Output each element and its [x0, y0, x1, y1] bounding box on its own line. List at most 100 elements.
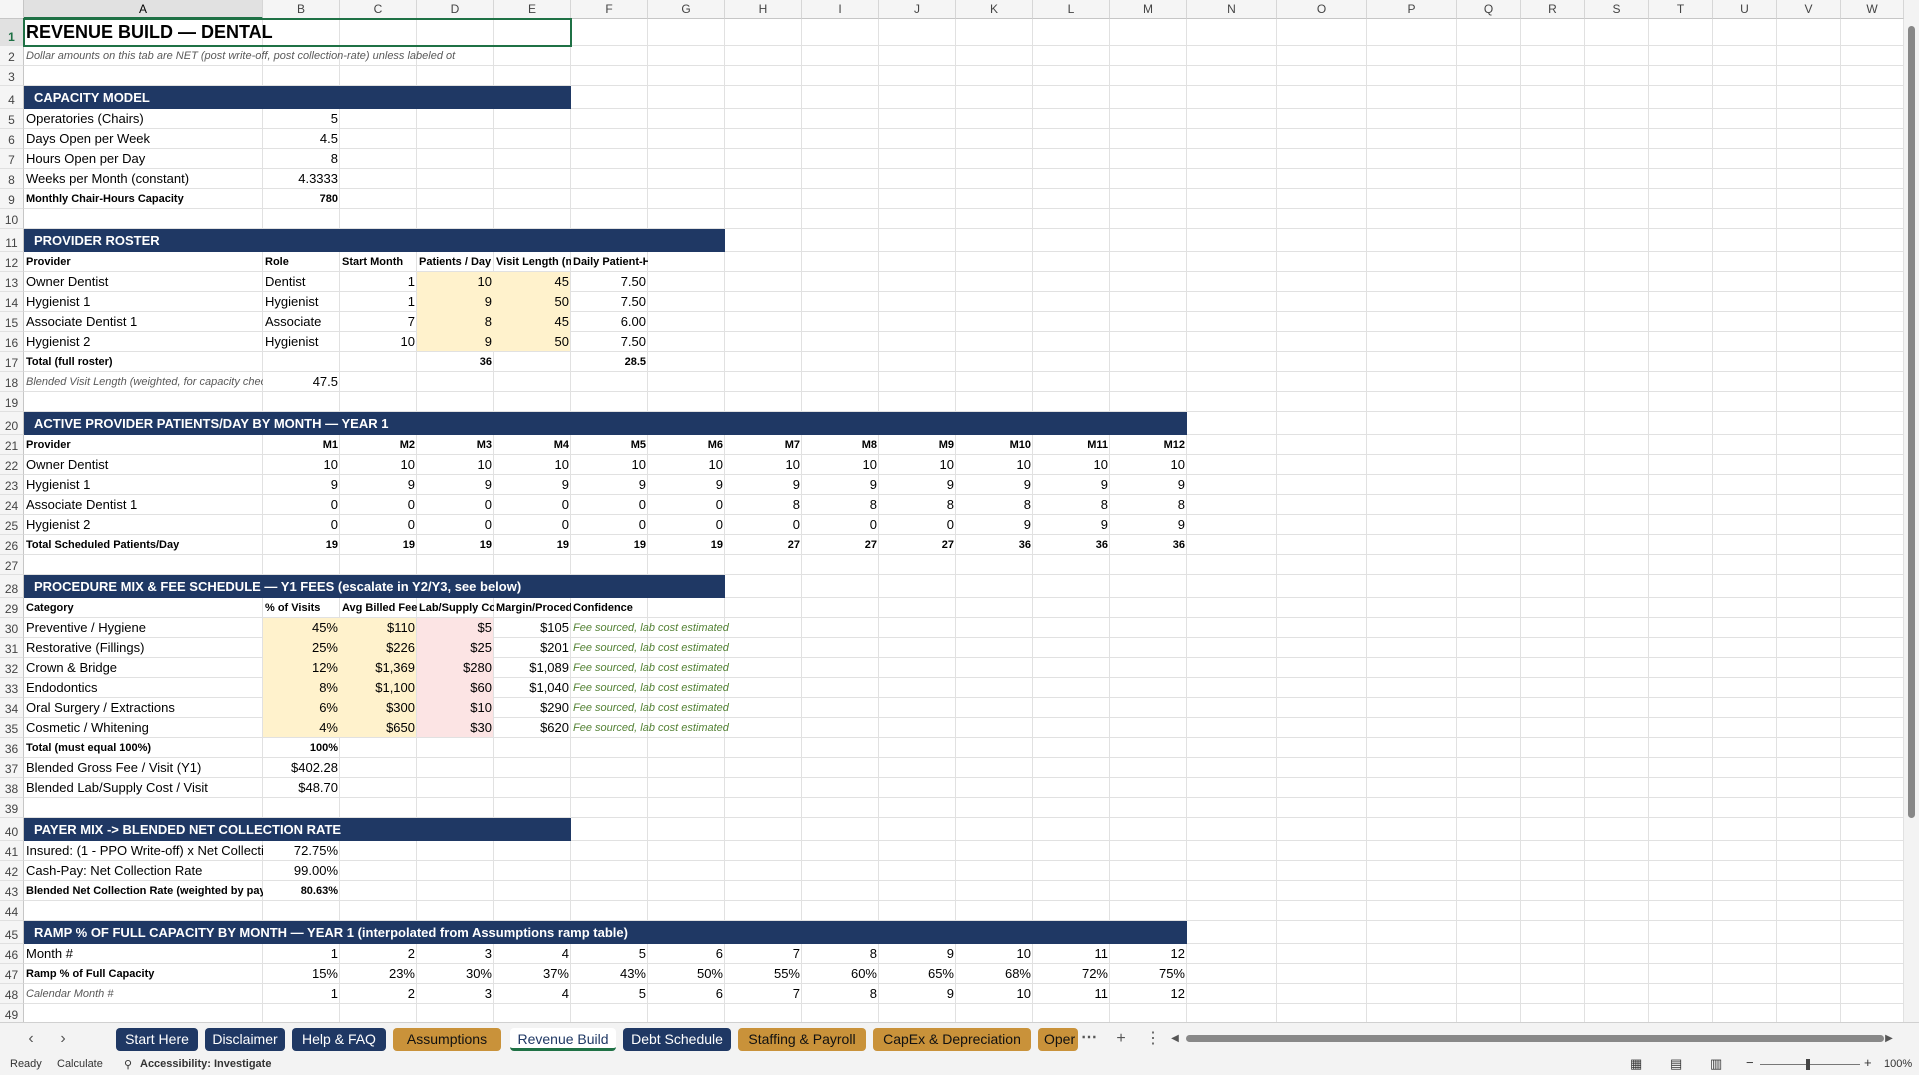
tab-note[interactable]: Dollar amounts on this tab are NET (post… [24, 46, 571, 66]
accessibility-status[interactable]: Accessibility: Investigate [140, 1058, 271, 1070]
procedure-cell[interactable]: $201 [494, 638, 571, 658]
blended-gross-value[interactable]: $402.28 [263, 758, 340, 778]
procedure-cell[interactable]: 6% [263, 698, 340, 718]
roster-cell[interactable]: 50 [494, 292, 571, 312]
row-header[interactable]: 6 [0, 129, 24, 149]
sheet-tab[interactable]: Assumptions [393, 1028, 501, 1051]
active-provider-name[interactable]: Owner Dentist [24, 455, 263, 475]
calendar-month[interactable]: 10 [956, 984, 1033, 1004]
active-value[interactable]: 8 [802, 495, 879, 515]
month-header[interactable]: M11 [1033, 435, 1110, 455]
blended-gross-label[interactable]: Blended Gross Fee / Visit (Y1) [24, 758, 263, 778]
column-header-j[interactable]: J [879, 0, 956, 19]
active-value[interactable]: 0 [648, 495, 725, 515]
ramp-pct[interactable]: 37% [494, 964, 571, 984]
sheet-tab[interactable]: Staffing & Payroll [738, 1028, 866, 1051]
procedure-cell[interactable]: 25% [263, 638, 340, 658]
procedure-cell[interactable]: $1,040 [494, 678, 571, 698]
month-header[interactable]: M6 [648, 435, 725, 455]
column-header-r[interactable]: R [1521, 0, 1585, 19]
row-header[interactable]: 26 [0, 535, 24, 555]
payer-value[interactable]: 99.00% [263, 861, 340, 881]
sheet-tab[interactable]: Disclaimer [205, 1028, 285, 1051]
ramp-month[interactable]: 4 [494, 944, 571, 964]
calendar-month[interactable]: 12 [1110, 984, 1187, 1004]
procedure-total-label[interactable]: Total (must equal 100%) [24, 738, 263, 758]
procedure-cell[interactable]: $280 [417, 658, 494, 678]
row-header[interactable]: 11 [0, 229, 24, 252]
procedure-header[interactable]: Confidence [571, 598, 648, 618]
row-header[interactable]: 30 [0, 618, 24, 638]
roster-cell[interactable]: 1 [340, 292, 417, 312]
roster-total-patients[interactable]: 36 [417, 352, 494, 372]
roster-cell[interactable]: 9 [417, 292, 494, 312]
page-break-preview-icon[interactable]: ▥ [1710, 1056, 1722, 1072]
zoom-in-icon[interactable]: + [1864, 1055, 1872, 1070]
ramp-month[interactable]: 5 [571, 944, 648, 964]
zoom-slider[interactable] [1760, 1064, 1860, 1065]
capacity-value[interactable]: 8 [263, 149, 340, 169]
ramp-pct[interactable]: 65% [879, 964, 956, 984]
active-value[interactable]: 0 [417, 495, 494, 515]
active-value[interactable]: 9 [648, 475, 725, 495]
ramp-month[interactable]: 3 [417, 944, 494, 964]
procedure-cell[interactable]: 8% [263, 678, 340, 698]
roster-cell[interactable]: Owner Dentist [24, 272, 263, 292]
active-total-value[interactable]: 19 [263, 535, 340, 555]
row-header[interactable]: 29 [0, 598, 24, 618]
active-total-value[interactable]: 27 [725, 535, 802, 555]
row-header[interactable]: 3 [0, 66, 24, 86]
procedure-cell[interactable]: Cosmetic / Whitening [24, 718, 263, 738]
procedure-cell[interactable]: $30 [417, 718, 494, 738]
month-header[interactable]: M2 [340, 435, 417, 455]
row-header[interactable]: 34 [0, 698, 24, 718]
row-header[interactable]: 27 [0, 555, 24, 575]
row-header[interactable]: 19 [0, 392, 24, 412]
month-header[interactable]: M3 [417, 435, 494, 455]
active-value[interactable]: 10 [340, 455, 417, 475]
active-total-value[interactable]: 19 [340, 535, 417, 555]
ramp-pct[interactable]: 68% [956, 964, 1033, 984]
active-value[interactable]: 9 [956, 515, 1033, 535]
column-header-b[interactable]: B [263, 0, 340, 19]
roster-cell[interactable]: 50 [494, 332, 571, 352]
normal-view-icon[interactable]: ▦ [1630, 1056, 1642, 1072]
active-value[interactable]: 10 [879, 455, 956, 475]
active-value[interactable]: 10 [1033, 455, 1110, 475]
active-total-value[interactable]: 19 [494, 535, 571, 555]
ramp-month-label[interactable]: Month # [24, 944, 263, 964]
active-value[interactable]: 9 [571, 475, 648, 495]
procedure-header[interactable]: Category [24, 598, 263, 618]
procedure-cell[interactable]: Fee sourced, lab cost estimated [571, 618, 802, 638]
sheet-options-icon[interactable]: ⋮ [1142, 1027, 1164, 1051]
payer-label[interactable]: Blended Net Collection Rate (weighted by… [24, 881, 263, 901]
row-header[interactable]: 38 [0, 778, 24, 798]
ramp-pct[interactable]: 30% [417, 964, 494, 984]
column-header-m[interactable]: M [1110, 0, 1187, 19]
active-value[interactable]: 9 [1110, 515, 1187, 535]
active-value[interactable]: 0 [263, 495, 340, 515]
active-value[interactable]: 0 [263, 515, 340, 535]
roster-cell[interactable]: 1 [340, 272, 417, 292]
active-value[interactable]: 0 [648, 515, 725, 535]
active-total-value[interactable]: 36 [1110, 535, 1187, 555]
column-header-l[interactable]: L [1033, 0, 1110, 19]
month-header[interactable]: M12 [1110, 435, 1187, 455]
sheet-tab[interactable]: CapEx & Depreciation [873, 1028, 1031, 1051]
blended-lab-value[interactable]: $48.70 [263, 778, 340, 798]
row-header[interactable]: 36 [0, 738, 24, 758]
row-header[interactable]: 13 [0, 272, 24, 292]
zoom-out-icon[interactable]: − [1746, 1055, 1754, 1070]
procedure-cell[interactable]: Oral Surgery / Extractions [24, 698, 263, 718]
roster-cell[interactable]: 8 [417, 312, 494, 332]
capacity-value[interactable]: 5 [263, 109, 340, 129]
active-total-label[interactable]: Total Scheduled Patients/Day [24, 535, 263, 555]
active-value[interactable]: 0 [879, 515, 956, 535]
active-value[interactable]: 10 [1110, 455, 1187, 475]
active-value[interactable]: 10 [725, 455, 802, 475]
roster-cell[interactable]: Hygienist 1 [24, 292, 263, 312]
active-value[interactable]: 9 [879, 475, 956, 495]
row-header[interactable]: 10 [0, 209, 24, 229]
row-header[interactable]: 16 [0, 332, 24, 352]
row-header[interactable]: 33 [0, 678, 24, 698]
